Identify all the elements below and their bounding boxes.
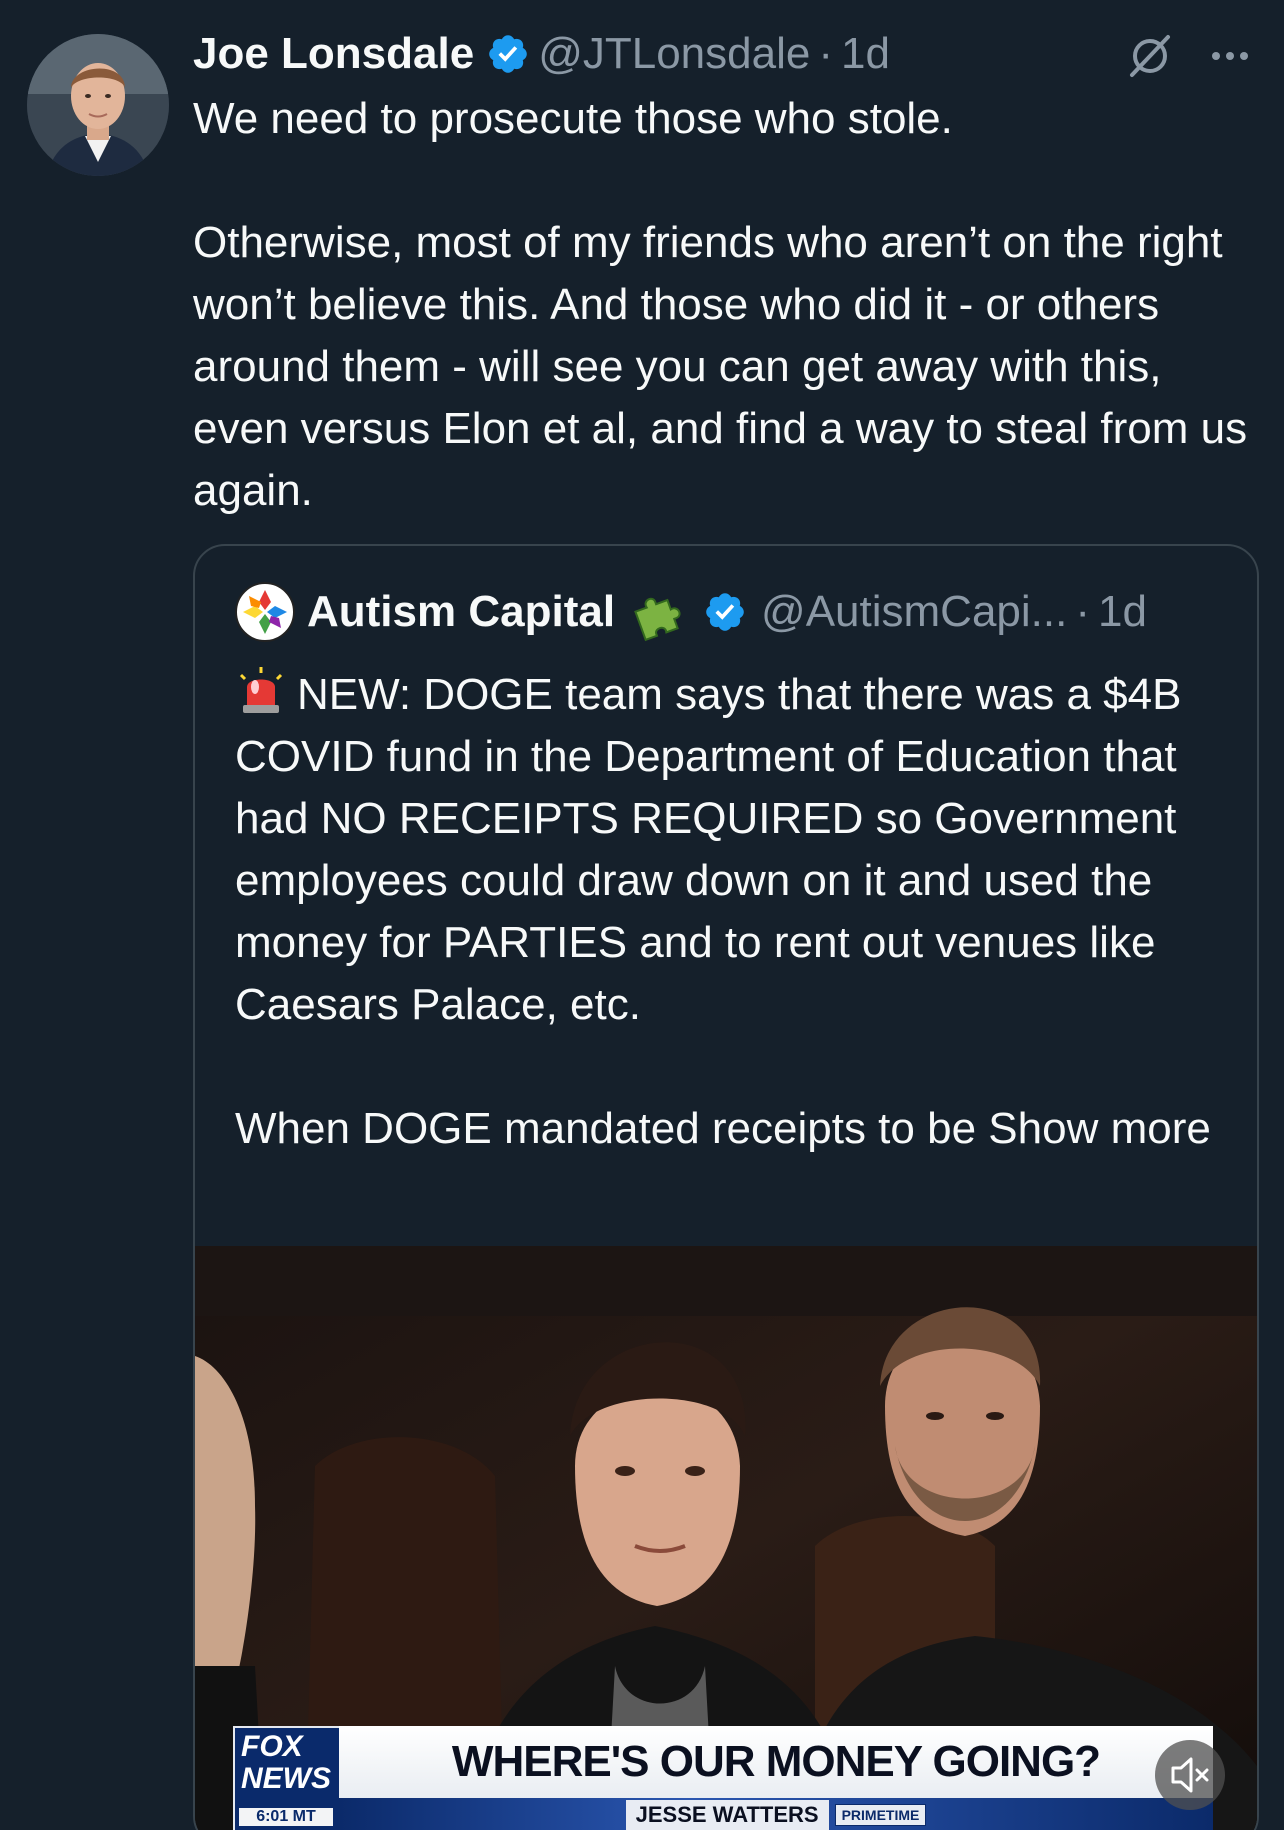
separator-dot: · [1075,587,1091,636]
tweet-text: We need to prosecute those who stole. Ot… [193,88,1263,522]
video-player[interactable]: FOX NEWS 6:01 MT WHERE'S OUR MONEY GOING… [195,1246,1257,1830]
author-avatar[interactable] [27,34,169,176]
siren-icon [235,665,287,717]
quoted-paragraph-2-text: When DOGE mandated receipts to be [235,1104,977,1153]
broadcast-time: 6:01 MT [239,1808,333,1826]
separator-dot: · [818,29,833,78]
quoted-paragraph-2: When DOGE mandated receipts to be Show m… [235,1098,1235,1160]
headline-banner: WHERE'S OUR MONEY GOING? [339,1726,1213,1798]
quoted-author-handle[interactable]: @AutismCapi... [761,587,1067,637]
tweet-header: Joe Lonsdale @JTLonsdale · 1d [193,22,890,86]
quoted-tweet-header: Autism Capital @AutismCapi... · 1d [235,580,1147,644]
tweet-paragraph-1: We need to prosecute those who stole. [193,94,953,143]
verified-badge-icon[interactable] [486,32,530,76]
author-handle[interactable]: @JTLonsdale [538,29,810,79]
volume-muted-icon[interactable] [1155,1740,1225,1810]
timestamp[interactable]: 1d [841,29,890,79]
fox-news-logo: FOX NEWS 6:01 MT [233,1726,341,1830]
grok-icon[interactable] [1124,30,1176,82]
quoted-tweet[interactable]: Autism Capital @AutismCapi... · 1d NEW: … [193,544,1259,1830]
logo-line-1: FOX [241,1730,303,1763]
quoted-author-name[interactable]: Autism Capital [307,587,615,637]
show-tag: PRIMETIME [834,1804,927,1826]
quoted-paragraph-1: NEW: DOGE team says that there was a $4B… [235,664,1235,1036]
quoted-tweet-text: NEW: DOGE team says that there was a $4B… [235,664,1235,1160]
puzzle-piece-icon [629,582,689,642]
more-options-icon[interactable] [1204,30,1256,82]
author-name[interactable]: Joe Lonsdale [193,29,474,79]
show-name: JESSE WATTERS [625,1800,829,1830]
show-more-link[interactable]: Show more [988,1104,1211,1153]
tweet-paragraph-2: Otherwise, most of my friends who aren’t… [193,218,1248,515]
tweet[interactable]: Joe Lonsdale @JTLonsdale · 1d We need to… [0,0,1284,1830]
quoted-timestamp[interactable]: 1d [1098,587,1147,637]
avatar-image [27,34,169,176]
headline-text: WHERE'S OUR MONEY GOING? [451,1737,1101,1786]
show-banner: JESSE WATTERS PRIMETIME [339,1798,1213,1830]
logo-line-2: NEWS [241,1762,331,1795]
quoted-paragraph-1-text: NEW: DOGE team says that there was a $4B… [235,670,1182,1029]
autism-capital-logo[interactable] [235,582,295,642]
news-lower-third: FOX NEWS 6:01 MT WHERE'S OUR MONEY GOING… [233,1726,1213,1830]
verified-badge-icon[interactable] [703,590,747,634]
